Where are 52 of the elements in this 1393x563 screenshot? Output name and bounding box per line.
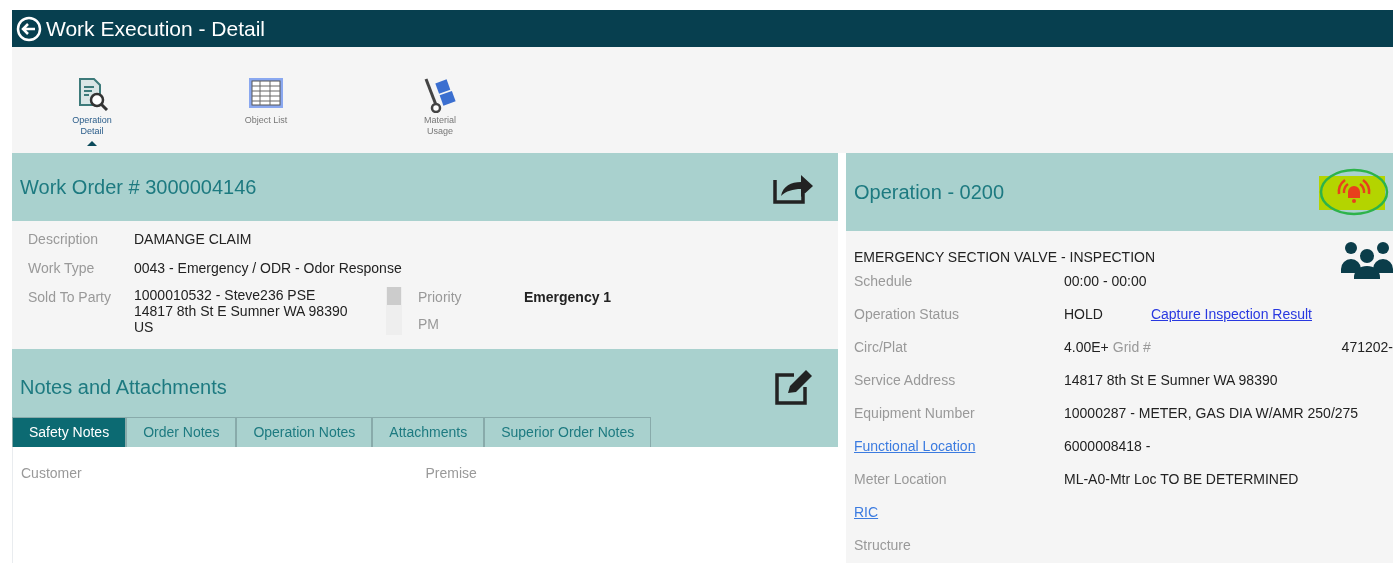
tab[interactable]: Operation Notes [236, 417, 373, 447]
field-value: 14817 8th St E Sumner WA 98390 [1064, 371, 1278, 390]
tab[interactable]: Superior Order Notes [484, 417, 652, 447]
field-link[interactable]: RIC [854, 502, 1064, 523]
field-value: 0043 - Emergency / ODR - Odor Response [134, 259, 402, 278]
toolbar-button[interactable]: Object List [234, 47, 298, 153]
tab[interactable]: Attachments [372, 417, 485, 447]
address-line: US [134, 319, 155, 335]
window-title: Work Execution - Detail [46, 15, 266, 42]
tab[interactable]: Order Notes [126, 417, 237, 447]
field-label: Grid # [1112, 338, 1151, 357]
field-label: Work Type [28, 259, 96, 278]
tab[interactable]: Safety Notes [12, 417, 127, 447]
field-value: 00:00 - 00:00 [1064, 272, 1147, 291]
field-label: Description [28, 230, 100, 249]
field-value: HOLD [1064, 305, 1103, 324]
field-label: Sold To Party [28, 288, 112, 307]
field-value: DAMANGE CLAIM [134, 230, 252, 249]
caret-icon [87, 140, 97, 146]
capture-link[interactable]: Capture Inspection Result [1150, 304, 1312, 325]
hand-truck-icon [422, 77, 458, 113]
address-line: 1000010532 - Steve236 PSE [134, 287, 317, 304]
people-icon[interactable] [1341, 239, 1393, 279]
table-icon [248, 77, 284, 109]
field-value: ML-A0-Mtr Loc TO BE DETERMINED [1064, 470, 1299, 489]
field-value: 4.00E+ [1064, 338, 1109, 357]
field-value: 471202- [1341, 338, 1393, 357]
toolbar-button[interactable]: Material Usage [408, 47, 472, 153]
field-link[interactable]: Functional Location [854, 436, 1064, 457]
section-title: Operation - 0200 [854, 180, 1005, 205]
scrollbar[interactable] [386, 287, 402, 335]
toolbar-button[interactable]: Operation Detail [60, 47, 124, 153]
field-label: Structure [854, 536, 912, 555]
field-label: PM [418, 315, 440, 334]
field-label: Schedule [854, 272, 914, 291]
column-header: Customer [21, 464, 83, 483]
section-title: Work Order # 3000004146 [20, 175, 257, 200]
field-value: Emergency 1 [524, 288, 612, 307]
column-header: Premise [425, 464, 478, 483]
field-label: Meter Location [854, 470, 948, 489]
field-value: 10000287 - METER, GAS DIA W/AMR 250/275 [1064, 404, 1359, 423]
field-value: 6000008418 - [1064, 437, 1151, 456]
edit-icon[interactable] [774, 369, 814, 405]
field-label: Service Address [854, 371, 957, 390]
operation-description: EMERGENCY SECTION VALVE - INSPECTION [854, 248, 1156, 267]
back-icon[interactable] [16, 15, 42, 42]
address-line: 14817 8th St E Sumner WA 98390 [134, 303, 349, 320]
field-label: Circ/Plat [854, 338, 908, 357]
field-label: Operation Status [854, 305, 961, 324]
section-title: Notes and Attachments [20, 375, 227, 400]
field-label: Equipment Number [854, 404, 976, 423]
field-label: Priority [418, 288, 463, 307]
